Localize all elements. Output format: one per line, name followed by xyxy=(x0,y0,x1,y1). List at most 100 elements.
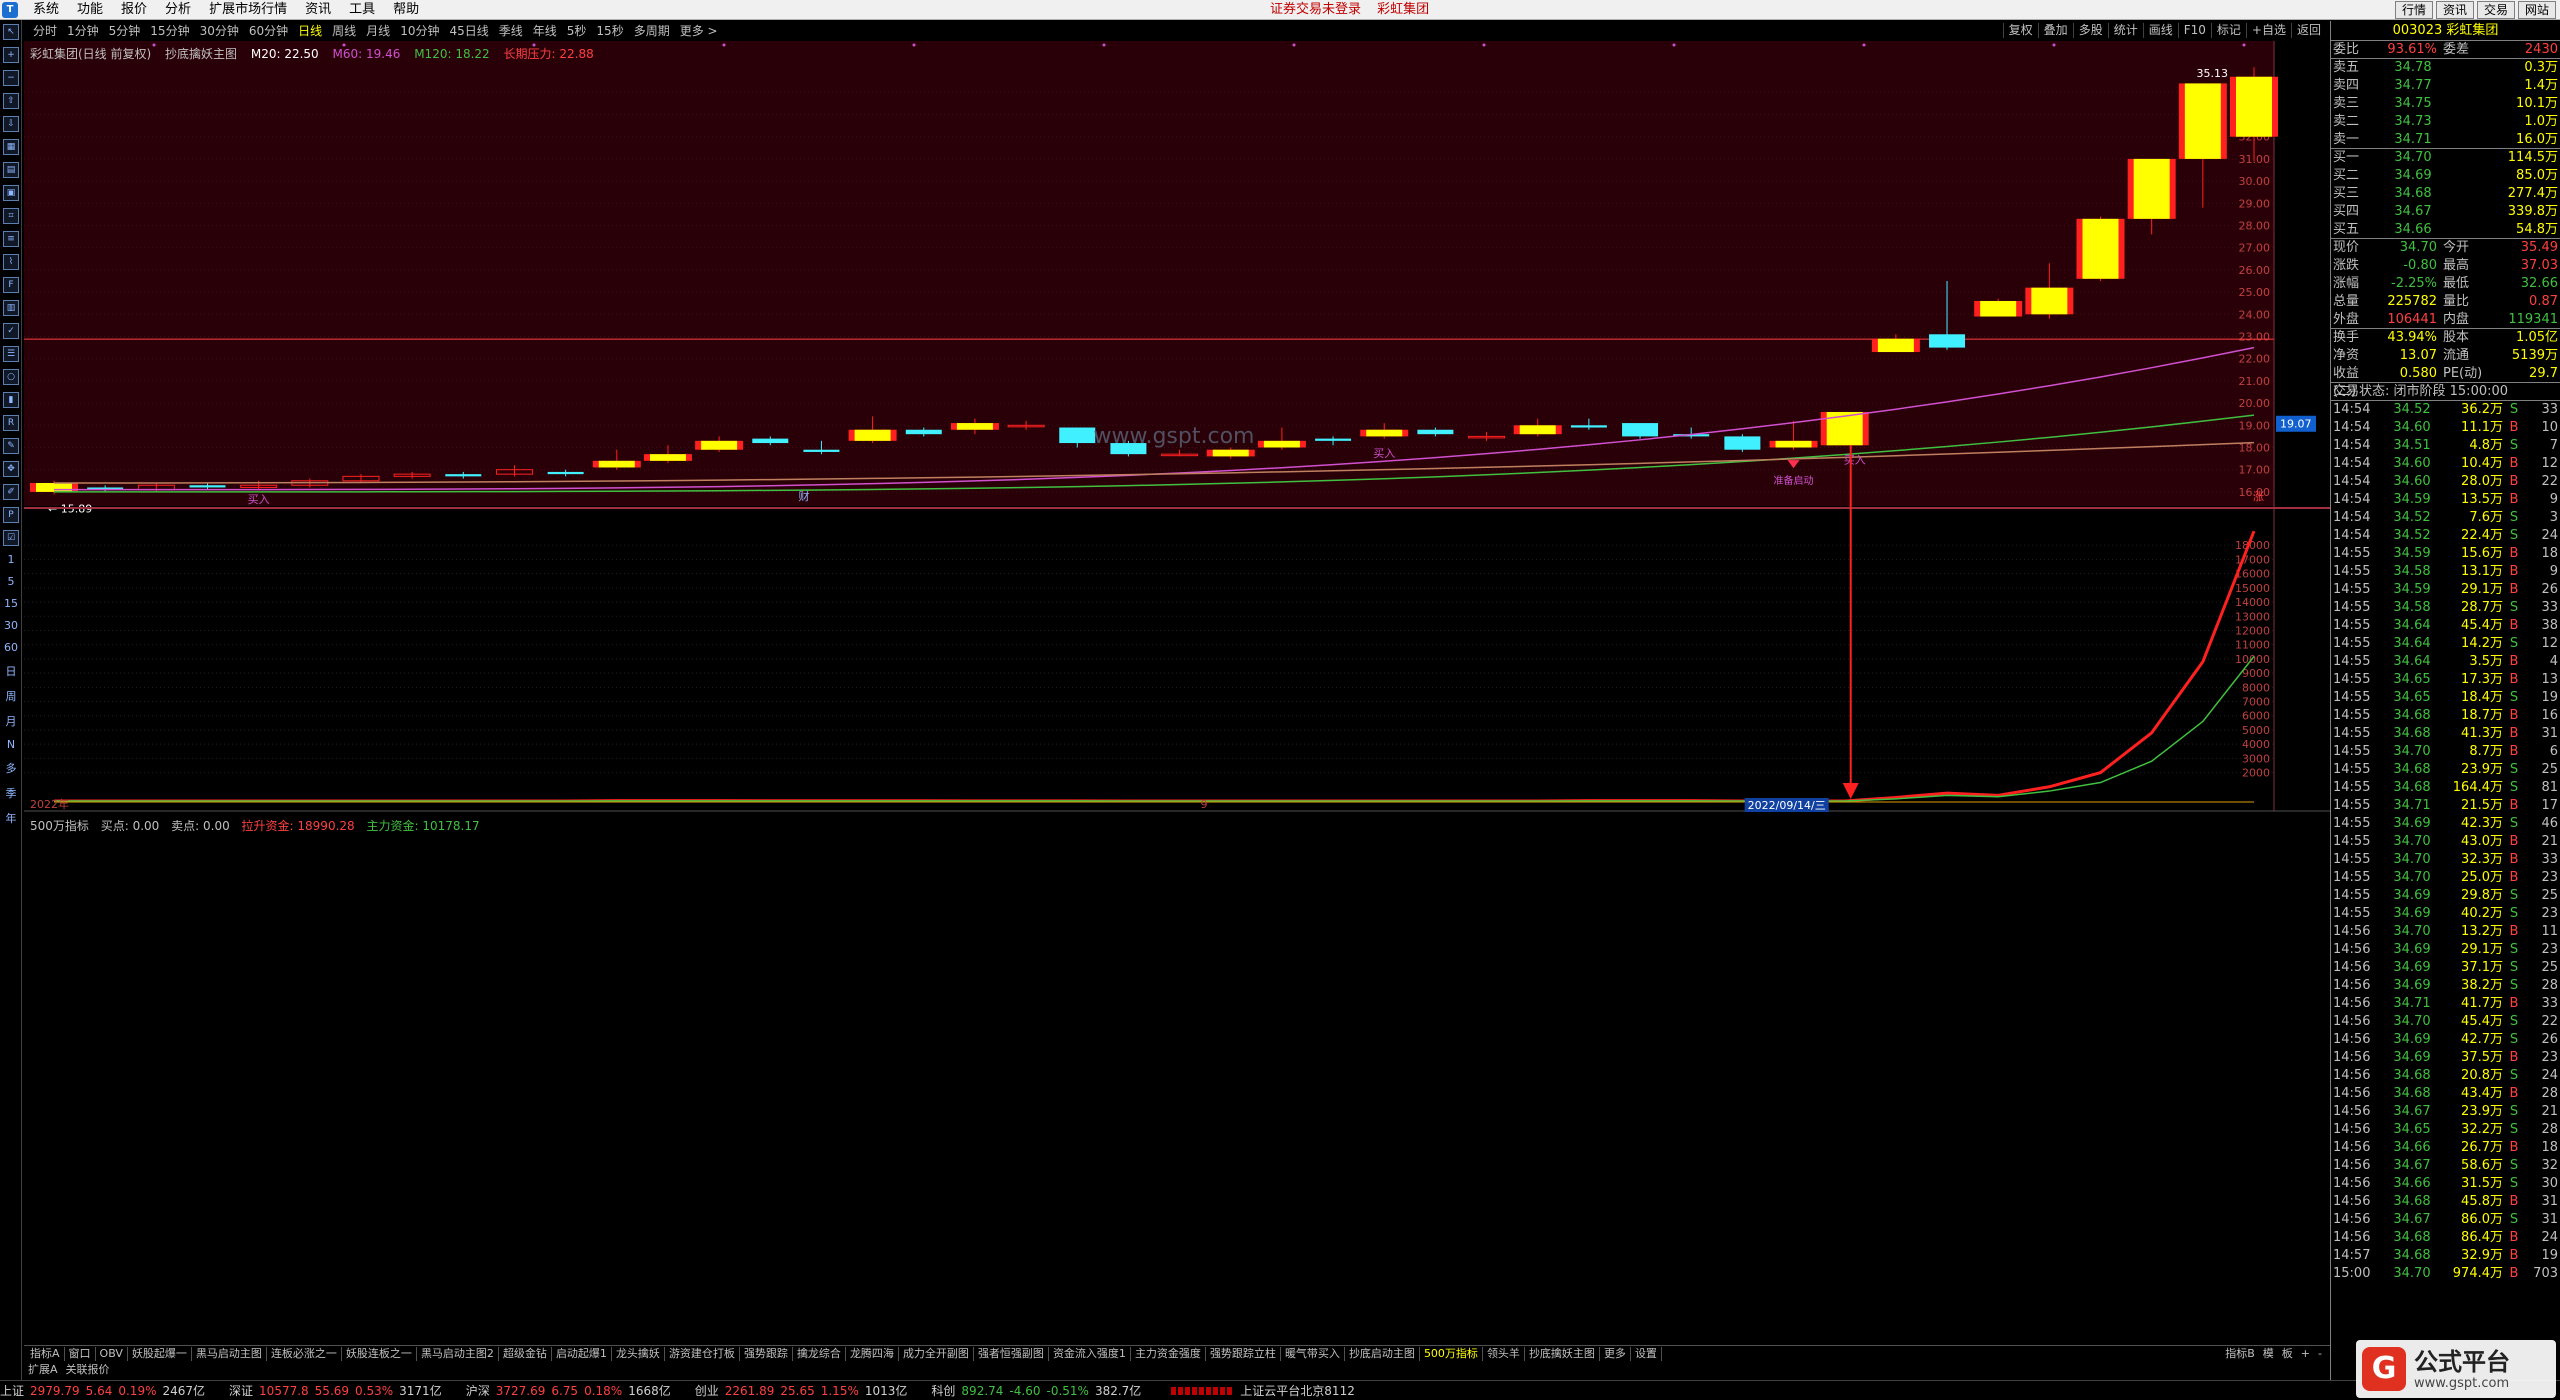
top-button-2[interactable]: 交易 xyxy=(2476,1,2515,19)
indicator-tab-2[interactable]: OBV xyxy=(96,1347,128,1361)
period-shortcut-3[interactable]: 30 xyxy=(0,619,22,632)
period-tab-10[interactable]: 45日线 xyxy=(444,24,493,38)
chart-tool-0[interactable]: 复权 xyxy=(2002,23,2038,38)
period-tab-4[interactable]: 30分钟 xyxy=(195,24,244,38)
period-tab-11[interactable]: 季线 xyxy=(494,24,528,38)
indicator-tab-18[interactable]: 主力资金强度 xyxy=(1131,1347,1206,1361)
period-shortcut-7[interactable]: 月 xyxy=(0,713,22,729)
indicator-tab-25[interactable]: 更多 xyxy=(1600,1347,1631,1361)
chart-tool-6[interactable]: 标记 xyxy=(2210,23,2246,38)
indicator-tab-21[interactable]: 抄底启动主图 xyxy=(1345,1347,1420,1361)
f10-icon[interactable]: F xyxy=(3,277,19,293)
period-tab-14[interactable]: 15秒 xyxy=(591,24,628,38)
top-button-3[interactable]: 网站 xyxy=(2517,1,2556,19)
period-shortcut-0[interactable]: 1 xyxy=(0,553,22,566)
index-item-1[interactable]: 深证 10577.8 55.69 0.53% 3171亿 xyxy=(229,1382,448,1399)
period-shortcut-10[interactable]: 季 xyxy=(0,785,22,801)
extension-tab-0[interactable]: 扩展A xyxy=(24,1363,62,1376)
indicator-tab-22[interactable]: 500万指标 xyxy=(1420,1347,1483,1361)
period-tab-3[interactable]: 15分钟 xyxy=(145,24,194,38)
period-shortcut-11[interactable]: 年 xyxy=(0,810,22,826)
period-shortcut-1[interactable]: 5 xyxy=(0,575,22,588)
index-item-3[interactable]: 创业 2261.89 25.65 1.15% 1013亿 xyxy=(695,1382,914,1399)
trend-icon[interactable]: ⌇ xyxy=(3,254,19,270)
indicator-tab-26[interactable]: 设置 xyxy=(1631,1347,1662,1361)
detail-icon[interactable]: ☰ xyxy=(3,346,19,362)
sub-indicator-name[interactable]: 500万指标 xyxy=(30,819,89,833)
period-tab-13[interactable]: 5秒 xyxy=(562,24,592,38)
menu-item-0[interactable]: 系统 xyxy=(24,2,68,18)
server-name[interactable]: 上证云平台北京8112 xyxy=(1240,1382,1355,1399)
period-tab-9[interactable]: 10分钟 xyxy=(395,24,444,38)
menu-item-3[interactable]: 分析 xyxy=(156,2,200,18)
indicator-tab-15[interactable]: 成力全开副图 xyxy=(899,1347,974,1361)
up-icon[interactable]: ⇧ xyxy=(3,93,19,109)
indicator-tab-0[interactable]: 指标A xyxy=(26,1347,65,1361)
indicator-tab-1[interactable]: 窗口 xyxy=(65,1347,96,1361)
period-tab-1[interactable]: 1分钟 xyxy=(62,24,104,38)
menu-item-2[interactable]: 报价 xyxy=(112,2,156,18)
indicator-tab-20[interactable]: 暖气带买入 xyxy=(1281,1347,1345,1361)
ask-row[interactable]: 卖二 34.73 1.0万 xyxy=(2331,113,2560,131)
bid-row[interactable]: 买一 34.70 114.5万 xyxy=(2331,149,2560,167)
period-shortcut-5[interactable]: 日 xyxy=(0,663,22,679)
menu-item-5[interactable]: 资讯 xyxy=(296,2,340,18)
stock-code-title[interactable]: 003023 彩虹集团 xyxy=(2331,21,2560,41)
rsi-icon[interactable]: R xyxy=(3,415,19,431)
tick-list[interactable]: 14:54 34.52 36.2万 S 33 14:54 34.60 11.1万 B 10 14:5… xyxy=(2331,401,2560,1283)
index-item-2[interactable]: 沪深 3727.69 6.75 0.18% 1668亿 xyxy=(466,1382,677,1399)
formula-name[interactable]: 抄底擒妖主图 xyxy=(165,47,237,61)
ask-row[interactable]: 卖一 34.71 16.0万 xyxy=(2331,131,2560,149)
period-shortcut-4[interactable]: 60 xyxy=(0,641,22,654)
indicator-tab-right-4[interactable]: - xyxy=(2314,1347,2326,1361)
indicator-tab-5[interactable]: 连板必涨之一 xyxy=(267,1347,342,1361)
circle-icon[interactable]: ○ xyxy=(3,369,19,385)
period-tab-5[interactable]: 60分钟 xyxy=(244,24,293,38)
indicator-tab-11[interactable]: 游资建仓打板 xyxy=(665,1347,740,1361)
book-icon[interactable]: ▥ xyxy=(3,300,19,316)
kline-icon[interactable]: ⌗ xyxy=(3,208,19,224)
chart-tool-8[interactable]: 返回 xyxy=(2290,23,2326,38)
down-icon[interactable]: ⇩ xyxy=(3,116,19,132)
pen-icon[interactable]: ✐ xyxy=(3,484,19,500)
kline-chart-area[interactable]: 16.00 17.00 18.00 19.00 20.00 21.00 22.00 23.00… xyxy=(24,41,2330,833)
ps-icon[interactable]: P xyxy=(3,507,19,523)
tick-icon[interactable]: ✓ xyxy=(3,323,19,339)
bid-row[interactable]: 买四 34.67 339.8万 xyxy=(2331,203,2560,221)
indicator-tab-4[interactable]: 黑马启动主图 xyxy=(192,1347,267,1361)
indicator-tab-14[interactable]: 龙腾四海 xyxy=(846,1347,899,1361)
chart-icon[interactable]: ▣ xyxy=(3,185,19,201)
chart-tool-2[interactable]: 多股 xyxy=(2072,23,2108,38)
bid-row[interactable]: 买三 34.68 277.4万 xyxy=(2331,185,2560,203)
extension-tab-1[interactable]: 关联报价 xyxy=(62,1363,114,1376)
period-shortcut-8[interactable]: N xyxy=(0,738,22,751)
indicator-tab-right-1[interactable]: 模 xyxy=(2259,1347,2278,1361)
index-item-4[interactable]: 科创 892.74 -4.60 -0.51% 382.7亿 xyxy=(931,1382,1147,1399)
grid-icon[interactable]: ▤ xyxy=(3,162,19,178)
top-button-1[interactable]: 资讯 xyxy=(2435,1,2474,19)
indicator-tab-10[interactable]: 龙头擒妖 xyxy=(612,1347,665,1361)
indicator-tab-16[interactable]: 强者恒强副图 xyxy=(974,1347,1049,1361)
move-icon[interactable]: ✥ xyxy=(3,461,19,477)
zoom-out-icon[interactable]: − xyxy=(3,70,19,86)
chart-tool-5[interactable]: F10 xyxy=(2177,23,2211,38)
menu-item-6[interactable]: 工具 xyxy=(340,2,384,18)
chart-tool-1[interactable]: 叠加 xyxy=(2037,23,2073,38)
indicator-tab-8[interactable]: 超级金钻 xyxy=(499,1347,552,1361)
ask-row[interactable]: 卖三 34.75 10.1万 xyxy=(2331,95,2560,113)
index-item-0[interactable]: 上证 2979.79 5.64 0.19% 2467亿 xyxy=(0,1382,211,1399)
list-icon[interactable]: ≡ xyxy=(3,231,19,247)
ask-row[interactable]: 卖五 34.78 0.3万 xyxy=(2331,59,2560,77)
menu-item-7[interactable]: 帮助 xyxy=(384,2,428,18)
indicator-tab-right-0[interactable]: 指标B xyxy=(2221,1347,2259,1361)
bid-row[interactable]: 买五 34.66 54.8万 xyxy=(2331,221,2560,239)
indicator-tab-right-2[interactable]: 板 xyxy=(2278,1347,2297,1361)
period-tab-16[interactable]: 更多 > xyxy=(675,24,723,38)
indicator-tab-24[interactable]: 抄底擒妖主图 xyxy=(1525,1347,1600,1361)
period-tab-8[interactable]: 月线 xyxy=(361,24,395,38)
period-tab-7[interactable]: 周线 xyxy=(327,24,361,38)
cursor-icon[interactable]: ↖ xyxy=(3,24,19,40)
indicator-tab-12[interactable]: 强势跟踪 xyxy=(740,1347,793,1361)
period-shortcut-9[interactable]: 多 xyxy=(0,760,22,776)
menu-item-1[interactable]: 功能 xyxy=(68,2,112,18)
